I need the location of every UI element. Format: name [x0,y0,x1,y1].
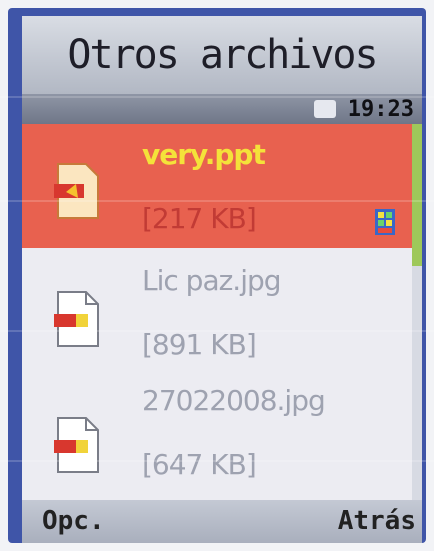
clock: 19:23 [347,96,414,122]
file-list: very.ppt [217 KB] Lic paz.jpg [891 KB] 2… [22,124,422,500]
title-bar: Otros archivos [22,16,422,94]
options-softkey[interactable]: Opc. [42,506,105,536]
signal-icon [313,100,336,118]
file-name: Lic paz.jpg [142,264,282,297]
list-item-very-ppt[interactable]: very.ppt [217 KB] [22,124,412,248]
scrollbar[interactable] [412,124,422,500]
page-title: Otros archivos [67,32,378,78]
ppt-file-icon [54,163,99,219]
file-name: 27022008.jpg [142,384,326,417]
file-size: [891 KB] [142,328,257,361]
file-name: very.ppt [142,138,266,171]
list-item-lic-paz[interactable]: Lic paz.jpg [891 KB] [22,252,412,376]
scrollbar-thumb[interactable] [412,124,422,266]
list-item-27022008[interactable]: 27022008.jpg [647 KB] [22,374,412,498]
image-file-icon [54,417,99,473]
image-file-icon [54,291,99,347]
back-softkey[interactable]: Atrás [338,506,416,536]
file-size: [647 KB] [142,448,257,481]
status-bar: 19:23 [22,94,422,124]
drm-icon [375,209,395,235]
softkey-bar: Opc. Atrás [22,500,422,543]
phone-screen: Otros archivos 19:23 very.ppt [217 KB] L… [8,8,426,543]
file-size: [217 KB] [142,202,257,235]
